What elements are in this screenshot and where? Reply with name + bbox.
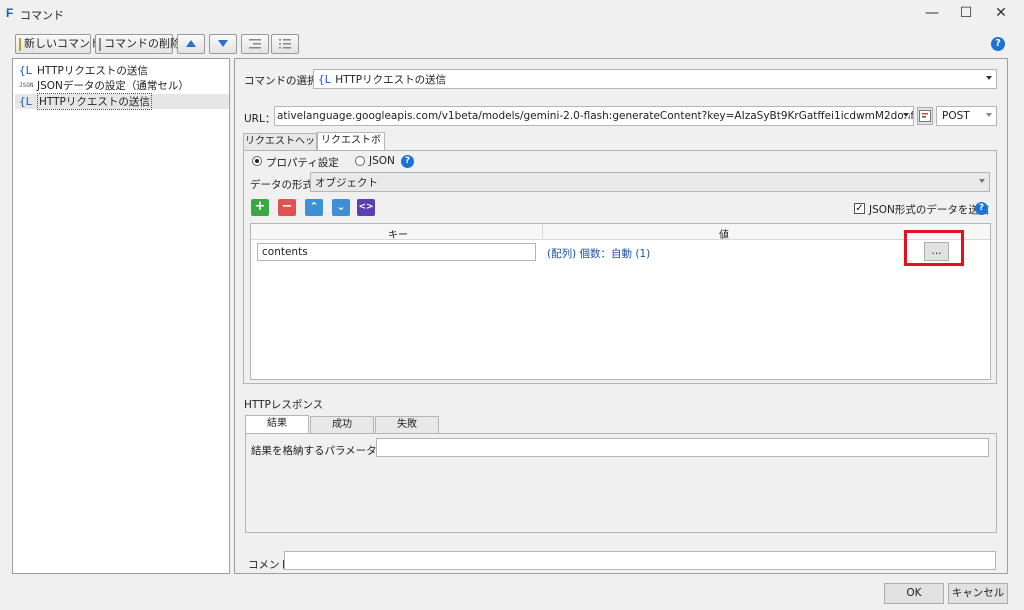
tab-request-body[interactable]: リクエストボディ [317,132,385,162]
key-input[interactable]: contents [257,243,536,261]
result-param-input[interactable] [376,438,989,457]
response-pane: 結果を格納するパラメーター名： [245,433,997,533]
send-json-checkbox[interactable]: ✓ [854,203,865,214]
column-header-key: キー [388,230,408,241]
outdent-icon [249,39,261,49]
chevron-down-icon [986,76,992,80]
edit-value-button[interactable]: ... [924,242,949,261]
value-text: (配列) 個数：自動 (1) [547,248,651,260]
cancel-button[interactable]: キャンセル [948,583,1008,604]
tree-item-http-request-1[interactable]: {L HTTPリクエストの送信 [19,63,148,78]
radio-property-settings[interactable] [252,156,262,166]
move-up-button[interactable] [177,34,205,54]
remove-row-button[interactable]: − [278,199,296,216]
title-bar [0,0,1024,28]
http-request-icon: {L [19,64,33,77]
app-logo-icon: F [6,6,14,20]
chevron-down-icon [903,113,909,117]
url-input[interactable]: ativelanguage.googleapis.com/v1beta/mode… [274,106,914,126]
request-body-pane: プロパティ設定 JSON ? データの形式： オブジェクト + − ⌃ ⌄ <>… [243,150,997,384]
edit-icon [919,110,931,122]
help-icon[interactable]: ? [991,37,1005,51]
delete-command-label: コマンドの削除 [104,37,181,50]
indent-button[interactable] [271,34,299,54]
method-select[interactable]: POST [936,106,997,126]
outdent-button[interactable] [241,34,269,54]
key-value-table: キー 値 contents (配列) 個数：自動 (1) ... [250,223,991,380]
window-title: コマンド [20,9,64,22]
code-view-button[interactable]: <> [357,199,375,216]
command-select[interactable]: {L HTTPリクエストの送信 [313,69,997,89]
new-command-label: 新しいコマンド [24,37,101,50]
column-header-value: 値 [719,230,729,241]
table-row[interactable]: contents (配列) 個数：自動 (1) ... [251,230,990,266]
arrow-down-icon [218,40,228,47]
chevron-down-icon [986,113,992,117]
delete-command-button[interactable]: コマンドの削除 [95,34,181,54]
arrow-up-icon [186,40,196,47]
data-format-select[interactable]: オブジェクト [310,172,990,192]
ok-button[interactable]: OK [884,583,944,604]
delete-command-icon [99,37,101,51]
send-json-label: JSON形式のデータを送信 [869,204,990,216]
radio-json[interactable] [355,156,365,166]
move-row-up-button[interactable]: ⌃ [305,199,323,216]
new-command-icon [19,37,21,51]
tab-result[interactable]: 結果 [245,415,309,434]
move-row-down-button[interactable]: ⌄ [332,199,350,216]
tree-item-json-data[interactable]: JSON JSONデータの設定（通常セル） [19,78,189,93]
command-select-value: HTTPリクエストの送信 [335,73,447,86]
help-icon[interactable]: ? [975,202,988,215]
tree-item-http-request-2[interactable]: {L HTTPリクエストの送信 [15,93,229,110]
url-value: ativelanguage.googleapis.com/v1beta/mode… [277,110,914,122]
radio-property-label: プロパティ設定 [266,157,339,169]
tab-success[interactable]: 成功 [310,416,374,434]
command-settings-panel: コマンドの選択： {L HTTPリクエストの送信 URL： ativelangu… [234,58,1008,574]
tree-item-label: HTTPリクエストの送信 [37,65,148,77]
http-request-icon: {L [318,72,332,86]
help-icon[interactable]: ? [401,155,414,168]
url-editor-button[interactable] [917,107,933,125]
method-value: POST [942,110,970,122]
new-command-button[interactable]: 新しいコマンド [15,34,101,54]
tree-item-label: JSONデータの設定（通常セル） [37,80,189,92]
url-label: URL： [244,113,276,125]
http-response-label: HTTPレスポンス [244,399,324,411]
move-down-button[interactable] [209,34,237,54]
data-format-value: オブジェクト [315,176,378,189]
tab-request-header[interactable]: リクエストヘッダー [243,133,317,163]
minimize-button[interactable]: — [917,2,947,24]
chevron-down-icon [979,179,985,183]
comment-input[interactable] [284,551,996,570]
json-icon: JSON [19,82,34,89]
tab-failure[interactable]: 失敗 [375,416,439,434]
http-request-icon: {L [19,95,33,108]
column-divider [542,224,543,240]
maximize-button[interactable]: ☐ [951,2,981,24]
close-button[interactable]: ✕ [986,2,1016,24]
indent-icon [279,39,291,49]
command-tree[interactable]: {L HTTPリクエストの送信 JSON JSONデータの設定（通常セル） {L… [12,58,230,574]
tree-item-label: HTTPリクエストの送信 [37,93,152,110]
table-header: キー 値 [251,224,990,241]
radio-json-label: JSON [369,155,395,167]
add-row-button[interactable]: + [251,199,269,216]
